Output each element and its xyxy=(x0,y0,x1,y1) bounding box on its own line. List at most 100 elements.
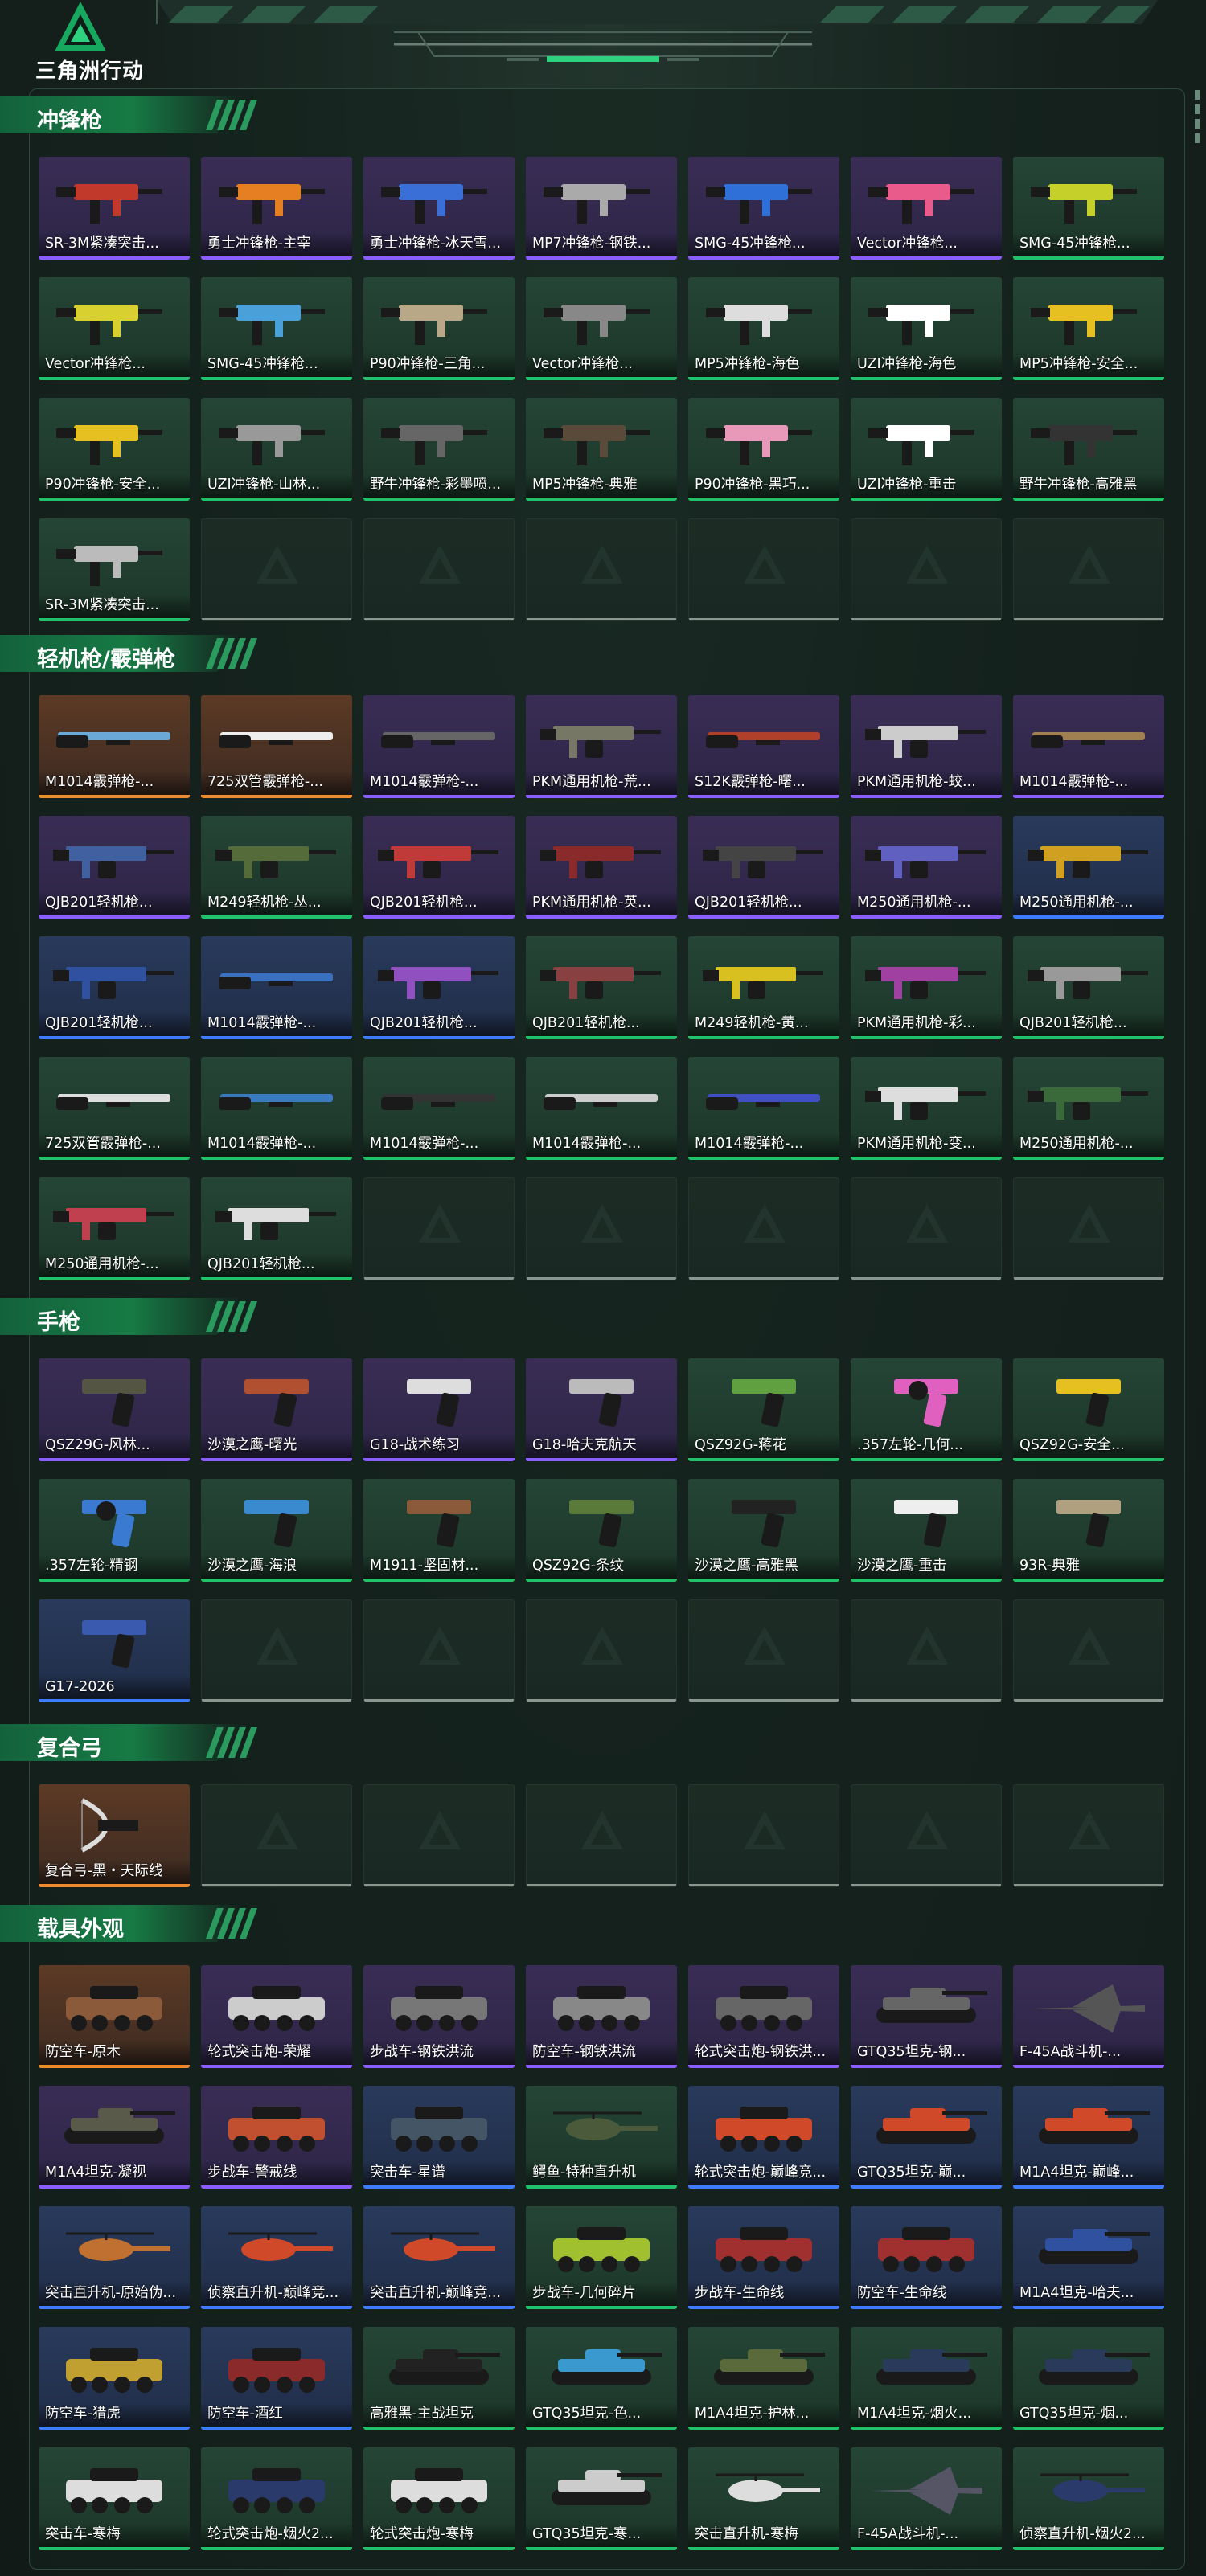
skin-card[interactable]: 勇士冲锋枪-冰天雪... xyxy=(363,157,515,260)
skin-card[interactable]: F-45A战斗机-... xyxy=(851,2447,1002,2550)
skin-card[interactable]: UZI冲锋枪-山林... xyxy=(201,398,352,501)
skin-card[interactable]: 轮式突击炮-荣耀 xyxy=(201,1965,352,2068)
skin-card[interactable]: M1A4坦克-凝视 xyxy=(39,2086,190,2189)
skin-card[interactable]: .357左轮-精钢 xyxy=(39,1479,190,1582)
skin-card[interactable]: QJB201轻机枪... xyxy=(39,816,190,919)
skin-card[interactable]: QSZ92G-条纹 xyxy=(526,1479,677,1582)
skin-card[interactable]: 725双管霰弹枪-... xyxy=(201,695,352,798)
skin-card[interactable]: 步战车-警戒线 xyxy=(201,2086,352,2189)
skin-card[interactable]: 突击直升机-寒梅 xyxy=(688,2447,839,2550)
skin-card[interactable]: M249轻机枪-黄... xyxy=(688,936,839,1039)
skin-card[interactable]: SMG-45冲锋枪... xyxy=(688,157,839,260)
skin-card[interactable]: QJB201轻机枪... xyxy=(363,936,515,1039)
skin-card[interactable]: 野牛冲锋枪-高雅黑 xyxy=(1013,398,1164,501)
skin-card[interactable]: SR-3M紧凑突击... xyxy=(39,518,190,621)
skin-card[interactable]: QJB201轻机枪... xyxy=(1013,936,1164,1039)
skin-card[interactable]: M1014霰弹枪-... xyxy=(201,936,352,1039)
skin-card[interactable]: M250通用机枪-... xyxy=(851,816,1002,919)
skin-card[interactable]: Vector冲锋枪... xyxy=(39,277,190,380)
skin-card[interactable]: 沙漠之鹰-曙光 xyxy=(201,1358,352,1461)
skin-card[interactable]: 轮式突击炮-烟火2... xyxy=(201,2447,352,2550)
skin-card[interactable]: .357左轮-几何... xyxy=(851,1358,1002,1461)
skin-card[interactable]: PKM通用机枪-变... xyxy=(851,1057,1002,1160)
skin-card[interactable]: 防空车-生命线 xyxy=(851,2206,1002,2309)
skin-card[interactable]: 突击直升机-原始伪... xyxy=(39,2206,190,2309)
skin-card[interactable]: G18-战术练习 xyxy=(363,1358,515,1461)
skin-card[interactable]: 突击车-寒梅 xyxy=(39,2447,190,2550)
skin-card[interactable]: 侦察直升机-烟火2... xyxy=(1013,2447,1164,2550)
skin-card[interactable]: QJB201轻机枪... xyxy=(39,936,190,1039)
skin-card[interactable]: G17-2026 xyxy=(39,1599,190,1702)
skin-card[interactable]: UZI冲锋枪-重击 xyxy=(851,398,1002,501)
skin-card[interactable]: GTQ35坦克-巅... xyxy=(851,2086,1002,2189)
skin-card[interactable]: 复合弓-黑・天际线 xyxy=(39,1784,190,1887)
skin-card[interactable]: QSZ92G-安全... xyxy=(1013,1358,1164,1461)
skin-card[interactable]: QJB201轻机枪... xyxy=(201,1177,352,1280)
skin-card[interactable]: UZI冲锋枪-海色 xyxy=(851,277,1002,380)
skin-card[interactable]: 步战车-生命线 xyxy=(688,2206,839,2309)
skin-card[interactable]: SMG-45冲锋枪... xyxy=(1013,157,1164,260)
skin-card[interactable]: M250通用机枪-... xyxy=(1013,1057,1164,1160)
skin-card[interactable]: M1014霰弹枪-... xyxy=(688,1057,839,1160)
skin-card[interactable]: 防空车-钢铁洪流 xyxy=(526,1965,677,2068)
skin-card[interactable]: QJB201轻机枪... xyxy=(526,936,677,1039)
skin-card[interactable]: 725双管霰弹枪-... xyxy=(39,1057,190,1160)
skin-card[interactable]: GTQ35坦克-烟... xyxy=(1013,2327,1164,2430)
skin-card[interactable]: M1A4坦克-烟火... xyxy=(851,2327,1002,2430)
skin-card[interactable]: 防空车-原木 xyxy=(39,1965,190,2068)
skin-card[interactable]: QJB201轻机枪... xyxy=(688,816,839,919)
skin-card[interactable]: P90冲锋枪-三角... xyxy=(363,277,515,380)
skin-card[interactable]: GTQ35坦克-钢... xyxy=(851,1965,1002,2068)
skin-card[interactable]: MP7冲锋枪-钢铁... xyxy=(526,157,677,260)
skin-card[interactable]: S12K霰弹枪-曙... xyxy=(688,695,839,798)
skin-card[interactable]: M1911-坚固材... xyxy=(363,1479,515,1582)
skin-card[interactable]: 防空车-猎虎 xyxy=(39,2327,190,2430)
skin-card[interactable]: P90冲锋枪-安全... xyxy=(39,398,190,501)
skin-card[interactable]: 高雅黑-主战坦克 xyxy=(363,2327,515,2430)
skin-card[interactable]: 沙漠之鹰-高雅黑 xyxy=(688,1479,839,1582)
skin-card[interactable]: G18-哈夫克航天 xyxy=(526,1358,677,1461)
skin-card[interactable]: PKM通用机枪-英... xyxy=(526,816,677,919)
skin-card[interactable]: 野牛冲锋枪-彩墨喷... xyxy=(363,398,515,501)
skin-card[interactable]: 轮式突击炮-钢铁洪... xyxy=(688,1965,839,2068)
skin-card[interactable]: PKM通用机枪-彩... xyxy=(851,936,1002,1039)
skin-card[interactable]: P90冲锋枪-黑巧... xyxy=(688,398,839,501)
skin-card[interactable]: 防空车-酒红 xyxy=(201,2327,352,2430)
skin-card[interactable]: 鳄鱼-特种直升机 xyxy=(526,2086,677,2189)
skin-card[interactable]: 93R-典雅 xyxy=(1013,1479,1164,1582)
skin-card[interactable]: 沙漠之鹰-重击 xyxy=(851,1479,1002,1582)
skin-card[interactable]: M1014霰弹枪-... xyxy=(201,1057,352,1160)
skin-card[interactable]: M1014霰弹枪-... xyxy=(1013,695,1164,798)
skin-card[interactable]: 轮式突击炮-巅峰竞... xyxy=(688,2086,839,2189)
skin-card[interactable]: M1014霰弹枪-... xyxy=(363,695,515,798)
skin-card[interactable]: MP5冲锋枪-安全... xyxy=(1013,277,1164,380)
skin-card[interactable]: SMG-45冲锋枪... xyxy=(201,277,352,380)
skin-card[interactable]: M250通用机枪-... xyxy=(39,1177,190,1280)
skin-card[interactable]: 勇士冲锋枪-主宰 xyxy=(201,157,352,260)
skin-card[interactable]: Vector冲锋枪... xyxy=(526,277,677,380)
skin-card[interactable]: Vector冲锋枪... xyxy=(851,157,1002,260)
skin-card[interactable]: PKM通用机枪-荒... xyxy=(526,695,677,798)
skin-card[interactable]: SR-3M紧凑突击... xyxy=(39,157,190,260)
skin-card[interactable]: QSZ29G-风林... xyxy=(39,1358,190,1461)
skin-card[interactable]: 轮式突击炮-寒梅 xyxy=(363,2447,515,2550)
skin-card[interactable]: M1014霰弹枪-... xyxy=(39,695,190,798)
skin-card[interactable]: M1014霰弹枪-... xyxy=(363,1057,515,1160)
skin-card[interactable]: 侦察直升机-巅峰竞... xyxy=(201,2206,352,2309)
skin-card[interactable]: F-45A战斗机-... xyxy=(1013,1965,1164,2068)
skin-card[interactable]: 步战车-钢铁洪流 xyxy=(363,1965,515,2068)
skin-card[interactable]: M1A4坦克-护林... xyxy=(688,2327,839,2430)
skin-card[interactable]: QSZ92G-蒋花 xyxy=(688,1358,839,1461)
skin-card[interactable]: M250通用机枪-... xyxy=(1013,816,1164,919)
skin-card[interactable]: 步战车-几何碎片 xyxy=(526,2206,677,2309)
skin-card[interactable]: M249轻机枪-丛... xyxy=(201,816,352,919)
skin-card[interactable]: GTQ35坦克-色... xyxy=(526,2327,677,2430)
skin-card[interactable]: MP5冲锋枪-海色 xyxy=(688,277,839,380)
skin-card[interactable]: MP5冲锋枪-典雅 xyxy=(526,398,677,501)
skin-card[interactable]: M1A4坦克-哈夫... xyxy=(1013,2206,1164,2309)
skin-card[interactable]: 突击车-星谱 xyxy=(363,2086,515,2189)
skin-card[interactable]: 突击直升机-巅峰竞... xyxy=(363,2206,515,2309)
skin-card[interactable]: QJB201轻机枪... xyxy=(363,816,515,919)
skin-card[interactable]: 沙漠之鹰-海浪 xyxy=(201,1479,352,1582)
skin-card[interactable]: GTQ35坦克-寒... xyxy=(526,2447,677,2550)
